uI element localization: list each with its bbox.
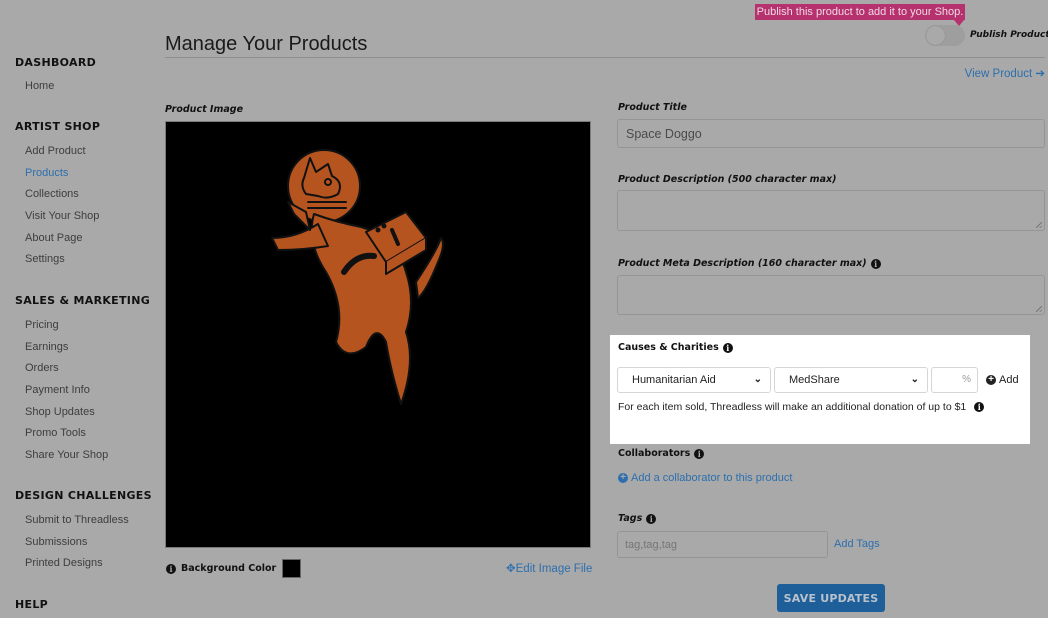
info-icon[interactable]: i (646, 513, 657, 524)
cause-selected-value: Humanitarian Aid (632, 374, 716, 386)
sign-in-arrow-icon: ➔ (1035, 68, 1045, 80)
sidebar-item-submit-to-threadless[interactable]: Submit to Threadless (25, 510, 152, 532)
sidebar-item-about-page[interactable]: About Page (25, 228, 100, 250)
info-icon[interactable]: i (166, 563, 176, 574)
sidebar-item-earnings[interactable]: Earnings (25, 337, 150, 359)
info-icon[interactable]: i (694, 448, 705, 459)
product-description-textarea[interactable] (617, 190, 1045, 231)
background-color-label: Background Color (181, 563, 277, 574)
add-charity-label: Add (999, 374, 1019, 386)
cause-select[interactable]: Humanitarian Aid ⌄ (617, 367, 771, 393)
causes-charities-heading: Causes & Charities i (618, 342, 733, 353)
donation-note: For each item sold, Threadless will make… (618, 401, 967, 413)
edit-image-file-label: Edit Image File (515, 563, 593, 575)
sidebar-item-share-your-shop[interactable]: Share Your Shop (25, 445, 150, 467)
space-dog-artwork (271, 149, 444, 405)
sidebar-heading: HELP (15, 598, 48, 611)
plus-circle-icon: + (986, 375, 996, 385)
title-divider (165, 57, 1045, 58)
sidebar-item-products[interactable]: Products (25, 163, 100, 185)
sidebar-section-sales-marketing: SALES & MARKETING Pricing Earnings Order… (15, 294, 150, 467)
resize-handle[interactable] (1036, 306, 1042, 312)
causes-charities-panel: Causes & Charities i Humanitarian Aid ⌄ … (610, 335, 1030, 444)
tags-label: Tags (618, 513, 643, 524)
chevron-down-icon: ⌄ (910, 374, 919, 385)
collaborators-heading: Collaborators i (618, 448, 705, 459)
edit-image-file-link[interactable]: ✥Edit Image File (506, 561, 592, 575)
view-product-link[interactable]: View Product ➔ (965, 66, 1045, 80)
sidebar-heading: ARTIST SHOP (15, 120, 101, 133)
publish-toggle[interactable] (925, 25, 965, 46)
chevron-down-icon: ⌄ (753, 374, 762, 385)
donation-note-row: For each item sold, Threadless will make… (618, 401, 985, 413)
publish-toggle-label: Publish Product (970, 30, 1048, 40)
sidebar-item-settings[interactable]: Settings (25, 249, 100, 271)
add-collaborator-label: Add a collaborator to this product (631, 472, 793, 484)
charity-select[interactable]: MedShare ⌄ (774, 367, 928, 393)
sidebar-item-visit-your-shop[interactable]: Visit Your Shop (25, 206, 100, 228)
info-icon[interactable]: i (722, 342, 733, 353)
sidebar-item-collections[interactable]: Collections (25, 184, 100, 206)
view-product-label: View Product (964, 68, 1033, 80)
plus-circle-icon: + (618, 473, 628, 483)
sidebar-section-design-challenges: DESIGN CHALLENGES Submit to Threadless S… (15, 489, 152, 575)
sidebar-item-home[interactable]: Home (25, 76, 96, 98)
meta-description-label: Product Meta Description (160 character … (618, 258, 867, 269)
sidebar-item-pricing[interactable]: Pricing (25, 315, 150, 337)
toggle-knob (926, 26, 945, 45)
add-collaborator-link[interactable]: + Add a collaborator to this product (618, 472, 792, 484)
sidebar-section-help: HELP (15, 598, 48, 611)
sidebar-heading: DESIGN CHALLENGES (15, 489, 152, 502)
publish-tooltip: Publish this product to add it to your S… (755, 4, 965, 26)
background-color-row: i Background Color (166, 559, 302, 578)
tags-input[interactable] (617, 531, 828, 558)
sidebar-heading: SALES & MARKETING (15, 294, 151, 307)
save-updates-button[interactable]: SAVE UPDATES (777, 584, 885, 612)
resize-handle[interactable] (1036, 222, 1042, 228)
page-title: Manage Your Products (165, 33, 368, 55)
product-image-preview (165, 121, 591, 548)
sidebar-item-promo-tools[interactable]: Promo Tools (25, 423, 150, 445)
info-icon[interactable]: i (974, 402, 985, 412)
sidebar-item-orders[interactable]: Orders (25, 358, 150, 380)
tags-heading: Tags i (618, 513, 657, 524)
sidebar-item-printed-designs[interactable]: Printed Designs (25, 553, 152, 575)
collaborators-label: Collaborators (618, 448, 691, 459)
meta-description-label-row: Product Meta Description (160 character … (618, 258, 881, 269)
add-tags-link[interactable]: Add Tags (834, 538, 880, 550)
sidebar-section-dashboard: DASHBOARD Home (15, 56, 96, 98)
sidebar-item-payment-info[interactable]: Payment Info (25, 380, 150, 402)
sidebar-section-artist-shop: ARTIST SHOP Add Product Products Collect… (15, 120, 100, 271)
product-title-input[interactable] (617, 119, 1045, 148)
product-description-label: Product Description (500 character max) (618, 174, 837, 185)
sidebar-heading: DASHBOARD (15, 56, 97, 69)
causes-charities-label: Causes & Charities (618, 342, 719, 353)
product-title-label: Product Title (618, 102, 687, 113)
product-image-label: Product Image (165, 104, 244, 115)
sidebar-item-submissions[interactable]: Submissions (25, 532, 152, 554)
sidebar-item-add-product[interactable]: Add Product (25, 141, 100, 163)
move-arrows-icon: ✥ (506, 563, 516, 575)
info-icon[interactable]: i (870, 258, 881, 269)
background-color-swatch[interactable] (282, 559, 302, 578)
meta-description-textarea[interactable] (617, 275, 1045, 315)
donation-percent-input[interactable]: % (931, 367, 978, 393)
charity-selected-value: MedShare (789, 374, 840, 386)
sidebar-item-shop-updates[interactable]: Shop Updates (25, 402, 150, 424)
add-charity-button[interactable]: + Add (986, 374, 1019, 386)
